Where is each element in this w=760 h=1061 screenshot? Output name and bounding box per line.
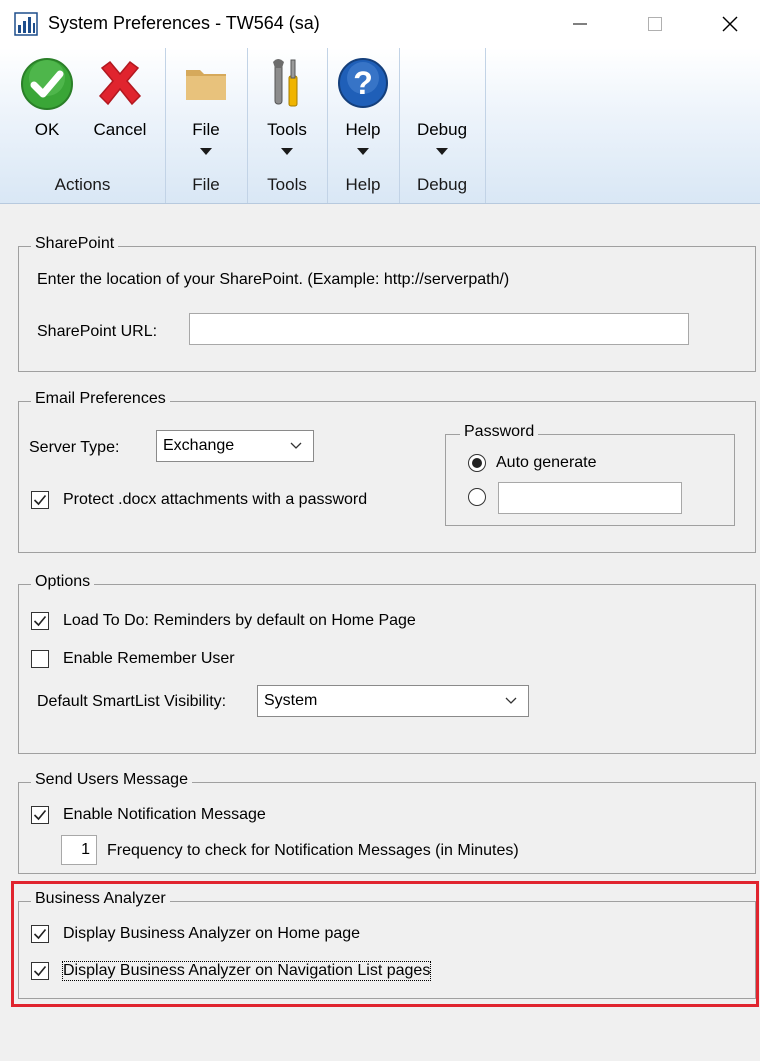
server-type-value: Exchange [163, 437, 235, 454]
smartlist-visibility-label: Default SmartList Visibility: [37, 693, 227, 710]
ribbon-group-help: ? Help Help [327, 48, 400, 203]
sharepoint-frame: SharePoint Enter the location of your Sh… [18, 235, 756, 372]
tools-label: Tools [267, 120, 307, 139]
debug-button[interactable]: Debug [399, 48, 485, 168]
group-label-actions: Actions [54, 175, 111, 194]
svg-text:?: ? [353, 65, 373, 101]
file-button[interactable]: File [165, 48, 247, 168]
cancel-button[interactable]: Cancel [84, 48, 156, 168]
chevron-down-icon [290, 442, 302, 449]
highlight-box [11, 881, 759, 1007]
auto-generate-label: Auto generate [496, 454, 597, 471]
maximize-button[interactable] [625, 0, 685, 48]
enable-notification-label: Enable Notification Message [63, 806, 266, 823]
password-title: Password [460, 423, 539, 441]
help-label: Help [345, 120, 381, 139]
maximize-icon [648, 17, 662, 31]
sharepoint-description: Enter the location of your SharePoint. (… [37, 271, 510, 288]
minimize-icon [573, 23, 587, 25]
server-type-label: Server Type: [29, 439, 120, 456]
smartlist-visibility-select[interactable]: System [257, 685, 529, 717]
load-todo-checkbox[interactable] [31, 612, 49, 630]
email-preferences-title: Email Preferences [31, 390, 170, 408]
ribbon-group-debug: Debug Debug [399, 48, 486, 203]
close-button[interactable] [700, 0, 760, 48]
checkmark-icon [21, 58, 73, 110]
sharepoint-title: SharePoint [31, 235, 119, 253]
checkmark-icon [33, 615, 47, 627]
server-type-select[interactable]: Exchange [156, 430, 314, 462]
help-icon: ? [338, 58, 388, 108]
custom-password-radio[interactable] [468, 488, 486, 506]
options-title: Options [31, 573, 95, 591]
checkmark-icon [33, 494, 47, 506]
send-users-message-frame: Send Users Message Enable Notification M… [18, 771, 756, 874]
folder-icon [186, 70, 226, 100]
password-frame: Password Auto generate [445, 423, 735, 526]
checkmark-icon [33, 809, 47, 821]
chevron-down-icon [436, 148, 448, 155]
ribbon-group-tools: Tools Tools [247, 48, 328, 203]
protect-docx-checkbox[interactable] [31, 491, 49, 509]
window-title: System Preferences - TW564 (sa) [48, 13, 320, 33]
ribbon-group-actions: OK Cancel Actions [0, 48, 166, 203]
custom-password-input[interactable] [498, 482, 682, 514]
help-button[interactable]: ? Help [327, 48, 399, 168]
smartlist-visibility-value: System [264, 692, 318, 709]
sharepoint-url-label: SharePoint URL: [37, 323, 158, 340]
cancel-x-icon [98, 60, 142, 106]
group-label-help: Help [345, 175, 381, 194]
frequency-label: Frequency to check for Notification Mess… [107, 842, 519, 859]
group-label-tools: Tools [267, 175, 307, 194]
group-label-file: File [192, 175, 220, 194]
remember-user-label: Enable Remember User [63, 650, 235, 667]
close-icon [722, 16, 738, 32]
load-todo-label: Load To Do: Reminders by default on Home… [63, 612, 416, 629]
app-icon [14, 12, 38, 36]
ribbon: OK Cancel Actions File File Tools Tools … [0, 48, 760, 204]
send-users-message-title: Send Users Message [31, 771, 192, 789]
remember-user-checkbox[interactable] [31, 650, 49, 668]
enable-notification-checkbox[interactable] [31, 806, 49, 824]
tools-icon [273, 59, 298, 107]
chevron-down-icon [357, 148, 369, 155]
ok-label: OK [34, 120, 60, 139]
tools-button[interactable]: Tools [247, 48, 327, 168]
ribbon-group-file: File File [165, 48, 248, 203]
cancel-label: Cancel [93, 120, 147, 139]
group-label-debug: Debug [416, 175, 468, 194]
chevron-down-icon [505, 697, 517, 704]
protect-docx-label: Protect .docx attachments with a passwor… [63, 491, 368, 508]
options-frame: Options Load To Do: Reminders by default… [18, 573, 756, 754]
minimize-button[interactable] [550, 0, 610, 48]
ok-button[interactable]: OK [10, 48, 84, 168]
sharepoint-url-input[interactable] [189, 313, 689, 345]
title-bar: System Preferences - TW564 (sa) [0, 0, 760, 48]
debug-label: Debug [416, 120, 468, 139]
chevron-down-icon [281, 148, 293, 155]
chevron-down-icon [200, 148, 212, 155]
frequency-input[interactable]: 1 [61, 835, 97, 865]
file-label: File [192, 120, 220, 139]
radio-selected-dot [472, 458, 482, 468]
auto-generate-radio[interactable] [468, 454, 486, 472]
email-preferences-frame: Email Preferences Server Type: Exchange … [18, 390, 756, 553]
